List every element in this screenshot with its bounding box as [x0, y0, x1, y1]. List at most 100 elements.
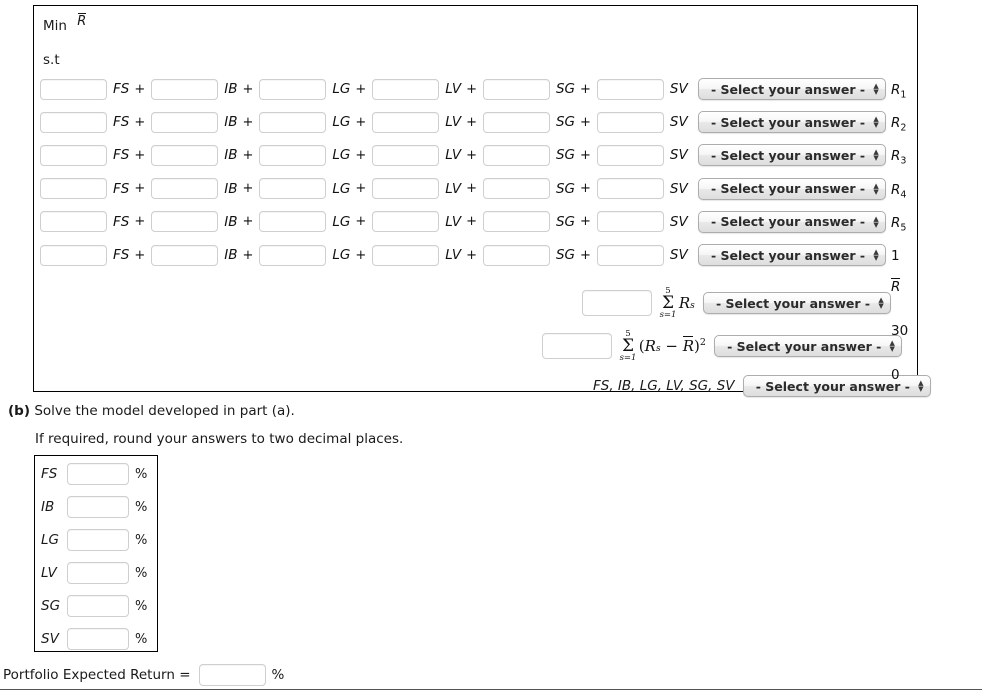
answer-input-sg[interactable]: [67, 595, 129, 617]
objective-prefix: Min: [43, 18, 67, 34]
plus-operator: +: [134, 147, 146, 163]
coefficient-input-sv-row6[interactable]: [596, 244, 664, 266]
stepper-icon: ▲ ▼: [873, 214, 879, 229]
answer-input-lv[interactable]: [67, 562, 129, 584]
stepper-icon: ▲ ▼: [889, 339, 895, 353]
variable-label-sg: SG: [555, 147, 576, 164]
variable-label-ib: IB: [224, 247, 238, 263]
coefficient-input-lv-row1[interactable]: [372, 78, 440, 100]
select-constraint-row6[interactable]: - Select your answer - ▲ ▼: [697, 244, 886, 266]
constraint-row: FS + IB + LG + LV + SG + SV - Select your answer - ▲…: [40, 77, 886, 101]
plus-operator: +: [466, 114, 477, 130]
coefficient-input-sg-row3[interactable]: [482, 144, 550, 166]
coefficient-input-lg-row2[interactable]: [259, 111, 327, 133]
coefficient-input-fs-row2[interactable]: [40, 111, 107, 133]
answer-label-fs: FS: [41, 466, 58, 482]
coefficient-input-sv-row3[interactable]: [596, 144, 664, 166]
answer-input-sv[interactable]: [67, 628, 129, 650]
plus-operator: +: [242, 247, 254, 263]
stepper-icon: ▲ ▼: [873, 181, 879, 196]
plus-operator: +: [580, 81, 591, 97]
coefficient-input-ib-row6[interactable]: [151, 244, 219, 266]
answer-label-ib: IB: [41, 499, 55, 515]
coefficient-input-fs-row5[interactable]: [40, 211, 107, 233]
coefficient-input-ib-row1[interactable]: [151, 78, 219, 100]
coefficient-input-sv-row5[interactable]: [596, 211, 664, 233]
stepper-icon: ▲ ▼: [918, 379, 924, 393]
part-b-text: Solve the model developed in part (a).: [34, 403, 295, 419]
coefficient-input-lg-row1[interactable]: [259, 78, 327, 100]
coefficient-input-lv-row5[interactable]: [372, 211, 440, 233]
variable-label-ib: IB: [224, 180, 238, 197]
answer-input-ib[interactable]: [67, 496, 129, 518]
plus-operator: +: [466, 181, 477, 197]
select-summation-variance[interactable]: - Select your answer - ▲ ▼: [713, 335, 902, 357]
variable-label-sg: SG: [555, 114, 576, 131]
coefficient-input-sg-row5[interactable]: [482, 211, 550, 233]
plus-operator: +: [134, 214, 146, 230]
coefficient-input-fs-row1[interactable]: [40, 78, 107, 100]
percent-symbol: %: [135, 499, 148, 515]
percent-symbol: %: [135, 631, 148, 647]
summation-mean-input[interactable]: [582, 290, 652, 316]
plus-operator: +: [355, 181, 367, 197]
answer-input-fs[interactable]: [67, 463, 129, 485]
coefficient-input-ib-row2[interactable]: [151, 111, 219, 133]
constraint-row: FS + IB + LG + LV + SG + SV - Select your answer - ▲…: [40, 210, 886, 234]
coefficient-input-lg-row6[interactable]: [259, 244, 327, 266]
variable-label-lg: LG: [332, 81, 351, 97]
select-nonnegativity[interactable]: - Select your answer - ▲ ▼: [742, 375, 931, 397]
coefficient-input-fs-row4[interactable]: [40, 178, 107, 200]
coefficient-input-sg-row2[interactable]: [482, 111, 550, 133]
coefficient-input-lv-row6[interactable]: [372, 244, 440, 266]
coefficient-input-sg-row1[interactable]: [482, 78, 550, 100]
portfolio-expected-return-row: Portfolio Expected Return = %: [3, 664, 284, 686]
sigma-icon: Σ 5 s=1: [659, 286, 677, 320]
plus-operator: +: [242, 214, 254, 230]
coefficient-input-lg-row4[interactable]: [259, 178, 327, 200]
plus-operator: +: [242, 81, 254, 97]
select-constraint-row3[interactable]: - Select your answer - ▲ ▼: [697, 144, 886, 167]
plus-operator: +: [580, 181, 591, 197]
variable-label-sg: SG: [555, 213, 576, 230]
summation-row-variance: Σ 5 s=1 (Rs − R)2 - Select your answer - ▲…: [542, 329, 902, 363]
coefficient-input-ib-row3[interactable]: [151, 144, 219, 166]
coefficient-input-lv-row2[interactable]: [372, 111, 440, 133]
select-constraint-row4[interactable]: - Select your answer - ▲ ▼: [697, 177, 886, 200]
plus-operator: +: [355, 114, 367, 130]
coefficient-input-ib-row4[interactable]: [151, 178, 219, 200]
coefficient-input-ib-row5[interactable]: [151, 211, 219, 233]
coefficient-input-fs-row3[interactable]: [40, 144, 107, 166]
summation-variance-input[interactable]: [542, 333, 612, 359]
answer-input-lg[interactable]: [67, 529, 129, 551]
objective-line: Min R: [43, 12, 86, 34]
coefficient-input-sg-row4[interactable]: [482, 178, 550, 200]
coefficient-input-sg-row6[interactable]: [482, 244, 550, 266]
summation-variance-formula: Σ 5 s=1 (Rs − R)2: [619, 329, 706, 363]
variable-list-label: FS, IB, LG, LV, SG, SV: [593, 378, 735, 394]
variable-label-lv: LV: [445, 147, 462, 164]
select-summation-mean[interactable]: - Select your answer - ▲ ▼: [702, 292, 891, 314]
plus-operator: +: [242, 147, 254, 163]
rhs-label-row3: R3: [891, 148, 907, 168]
portfolio-return-percent: %: [271, 667, 285, 683]
coefficient-input-fs-row6[interactable]: [40, 244, 107, 266]
variable-label-fs: FS: [113, 180, 130, 197]
coefficient-input-sv-row2[interactable]: [596, 111, 664, 133]
bottom-divider: [0, 689, 982, 690]
percent-symbol: %: [135, 565, 148, 581]
coefficient-input-lv-row4[interactable]: [372, 178, 440, 200]
variable-label-fs: FS: [113, 213, 130, 230]
coefficient-input-lg-row5[interactable]: [259, 211, 327, 233]
coefficient-input-sv-row4[interactable]: [596, 178, 664, 200]
coefficient-input-lg-row3[interactable]: [259, 144, 327, 166]
subject-to-label: s.t: [43, 52, 60, 68]
portfolio-return-input[interactable]: [198, 664, 266, 686]
answer-row: FS%: [41, 462, 147, 486]
select-constraint-row5[interactable]: - Select your answer - ▲ ▼: [697, 210, 886, 233]
select-constraint-row1[interactable]: - Select your answer - ▲ ▼: [697, 78, 886, 100]
rhs-label-variance: 30: [891, 323, 909, 339]
coefficient-input-sv-row1[interactable]: [596, 78, 664, 100]
select-constraint-row2[interactable]: - Select your answer - ▲ ▼: [697, 111, 886, 134]
coefficient-input-lv-row3[interactable]: [372, 144, 440, 166]
